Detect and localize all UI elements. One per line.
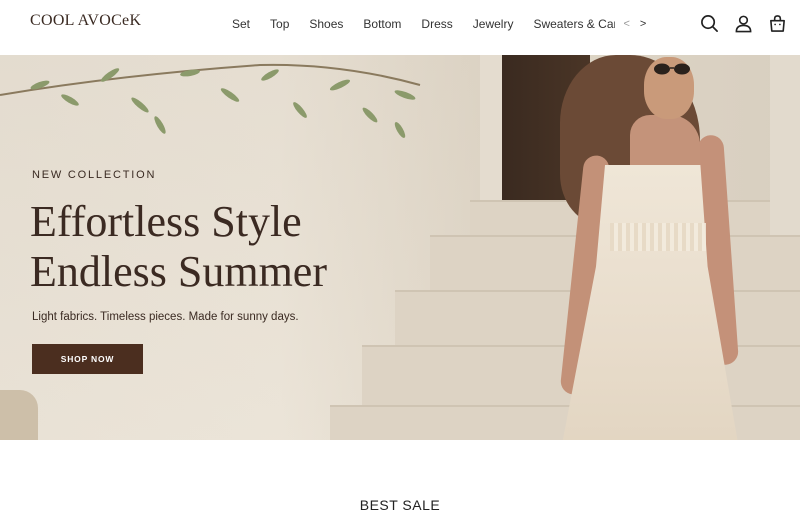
sunglasses-image [654,63,690,75]
nav-item-jewelry[interactable]: Jewelry [473,17,514,31]
hero-banner: NEW COLLECTION Effortless Style Endless … [0,55,800,440]
nav-item-shoes[interactable]: Shoes [309,17,343,31]
nav-item-top[interactable]: Top [270,17,289,31]
hero-eyebrow: NEW COLLECTION [32,169,157,181]
nav-item-bottom[interactable]: Bottom [363,17,401,31]
brand-logo[interactable]: COOL AVOCeK [30,12,141,30]
shop-now-button[interactable]: SHOP NOW [32,344,143,374]
hero-subline: Light fabrics. Timeless pieces. Made for… [32,311,299,323]
category-nav: Set Top Shoes Bottom Dress Jewelry Sweat… [232,17,656,31]
nav-item-dress[interactable]: Dress [421,17,452,31]
nav-item-sweaters[interactable]: Sweaters & Cardi [533,17,615,31]
user-icon[interactable] [732,12,754,34]
site-header: COOL AVOCeK Set Top Shoes Bottom Dress J… [0,0,800,55]
search-icon[interactable] [698,12,720,34]
header-icons [686,12,788,34]
nav-item-set[interactable]: Set [232,17,250,31]
best-sale-title: BEST SALE [359,497,441,513]
nav-prev-arrow-icon[interactable]: < [623,18,629,30]
hero-vase [0,390,38,440]
cart-icon[interactable] [766,12,788,34]
olive-branch-image [0,63,421,138]
nav-next-arrow-icon[interactable]: > [640,18,646,30]
hero-headline-line2: Endless Summer [30,247,327,296]
dress-lace [610,223,706,251]
hero-headline: Effortless Style Endless Summer [30,197,327,297]
hero-headline-line1: Effortless Style [30,197,302,246]
